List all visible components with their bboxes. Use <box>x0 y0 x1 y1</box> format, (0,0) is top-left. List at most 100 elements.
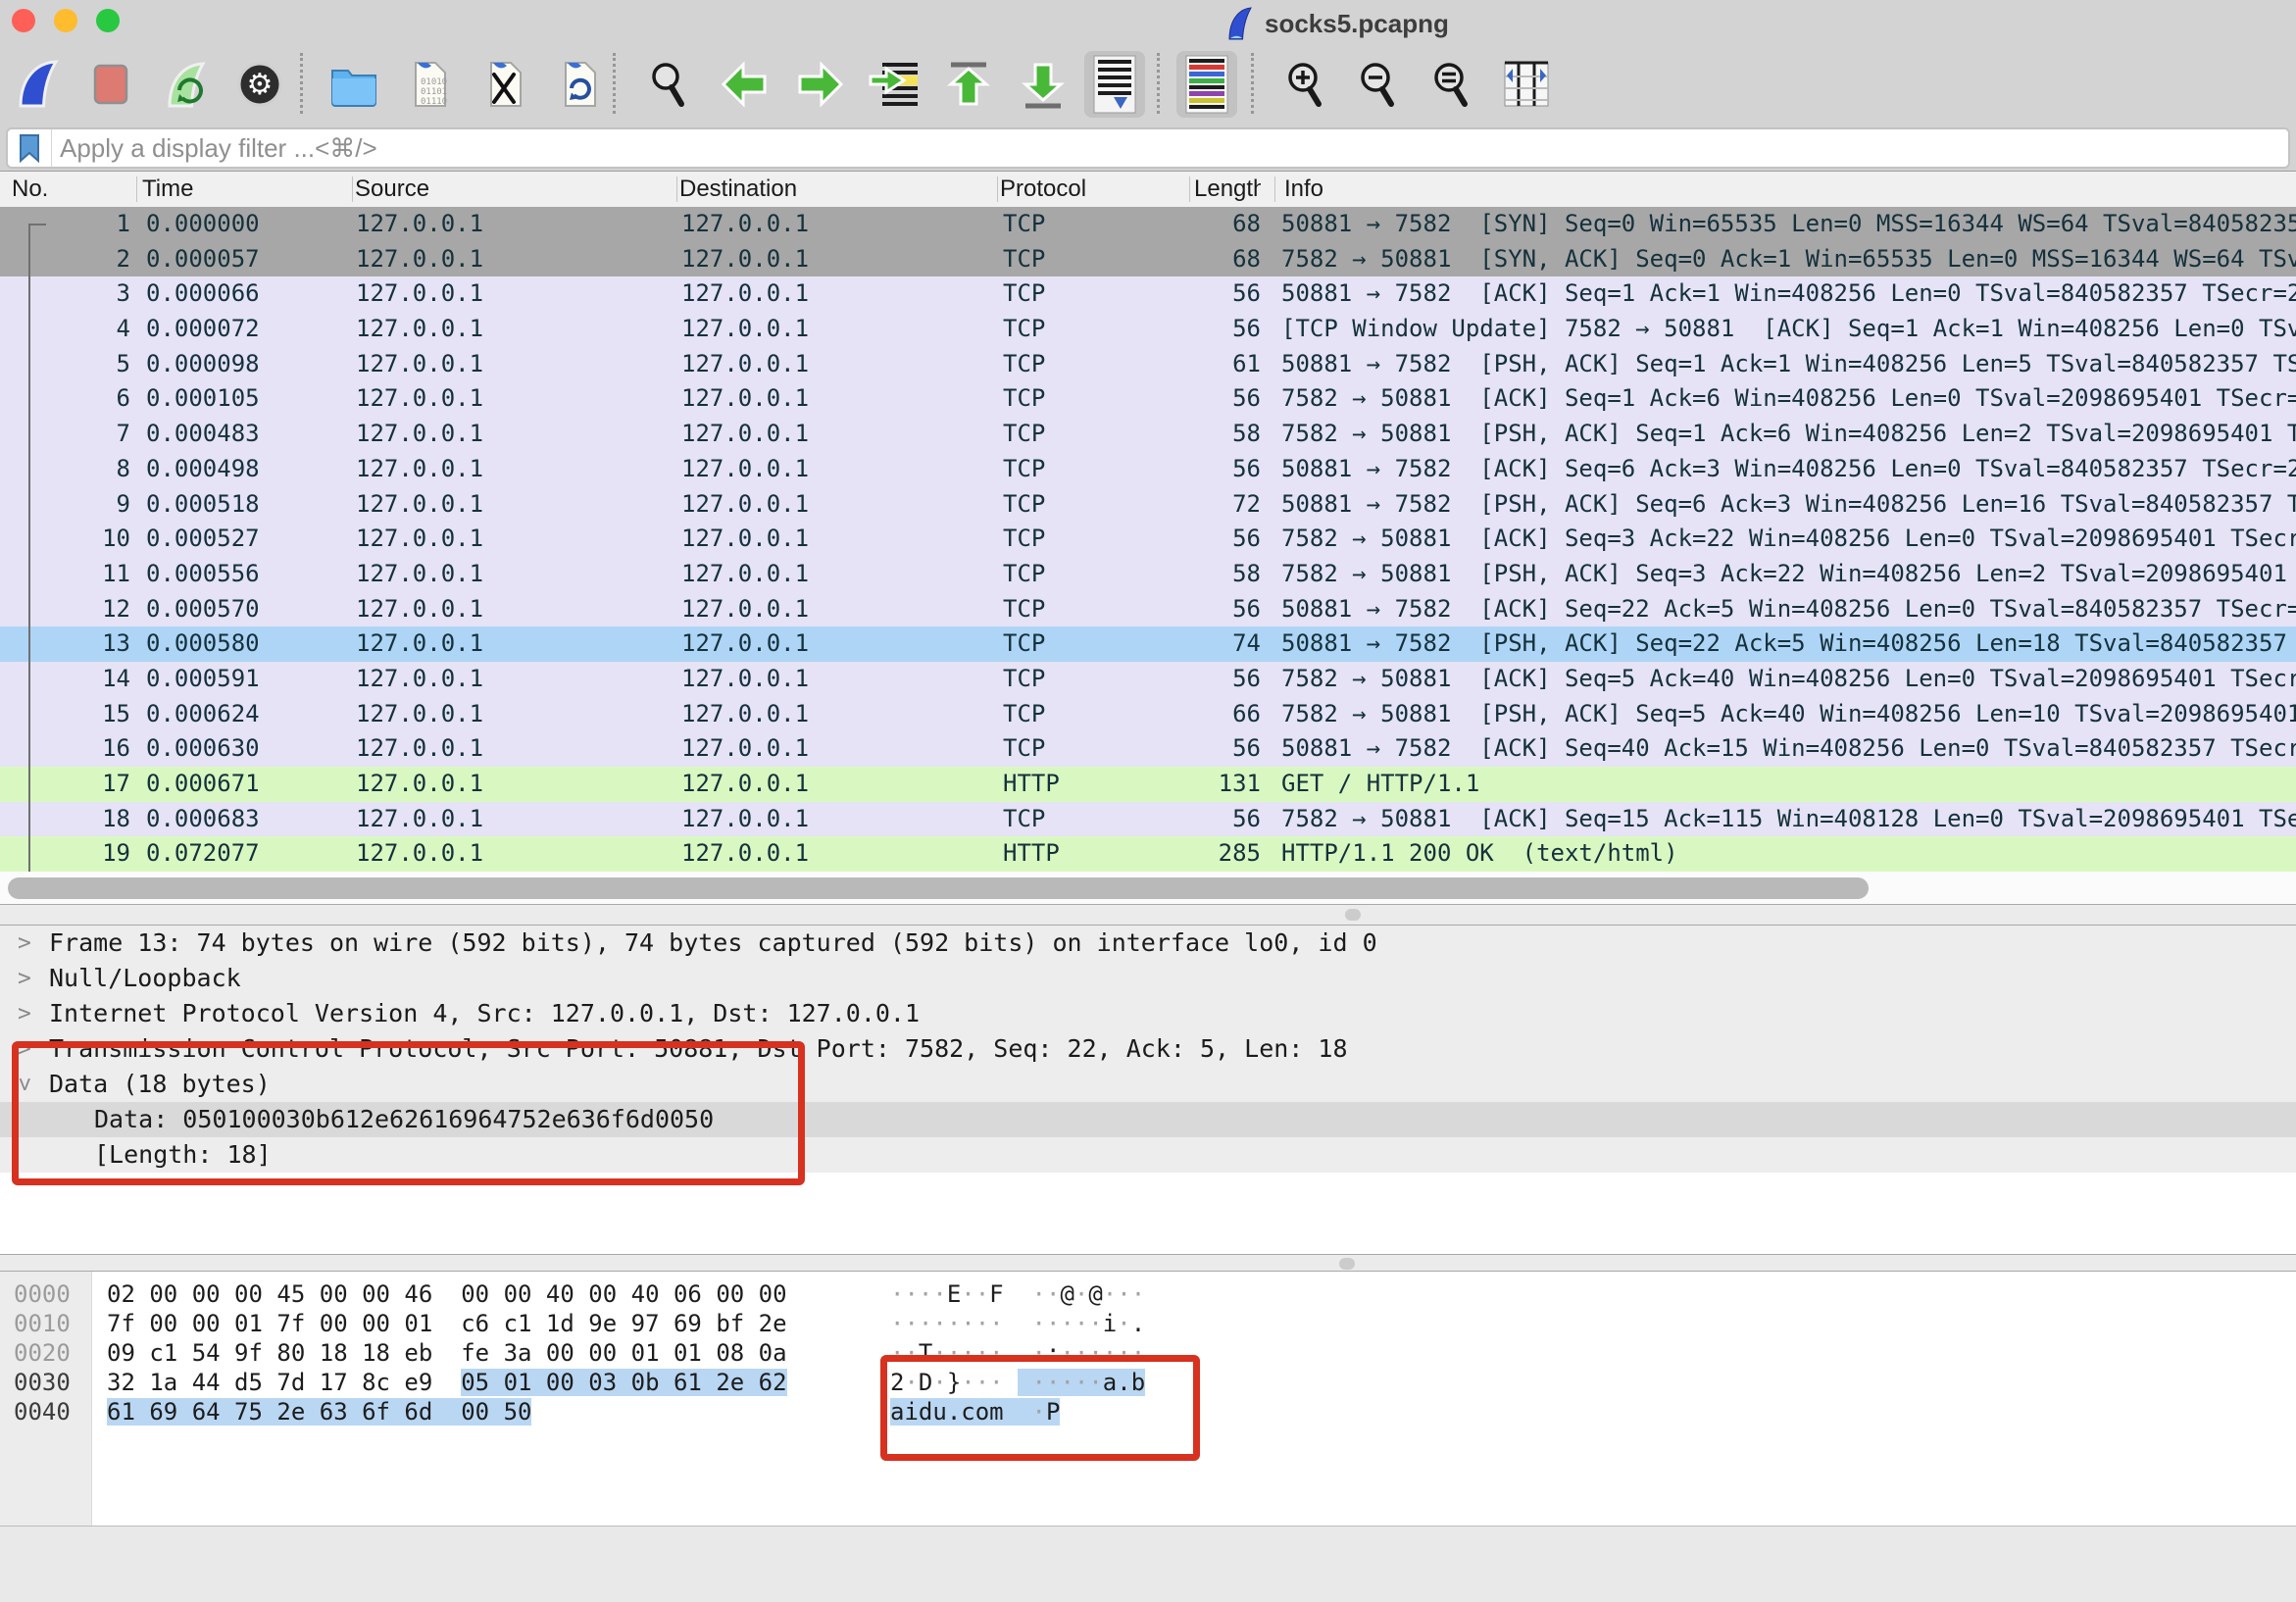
cell-proto: TCP <box>1003 276 1045 312</box>
minimize-window-button[interactable] <box>54 9 77 32</box>
column-header-no[interactable]: No. <box>12 172 48 207</box>
packet-row[interactable]: 10.000000127.0.0.1127.0.0.1TCP6850881 → … <box>0 207 2296 242</box>
hex-offset: 0020 <box>14 1338 71 1368</box>
packet-row[interactable]: 40.000072127.0.0.1127.0.0.1TCP56[TCP Win… <box>0 312 2296 347</box>
cell-dst: 127.0.0.1 <box>681 242 809 277</box>
hex-row[interactable]: 00107f 00 00 01 7f 00 00 01 c6 c1 1d 9e … <box>0 1309 2296 1338</box>
column-header-source[interactable]: Source <box>355 172 429 207</box>
display-filter-input[interactable] <box>52 132 2288 165</box>
packet-row[interactable]: 70.000483127.0.0.1127.0.0.1TCP587582 → 5… <box>0 417 2296 452</box>
column-header-protocol[interactable]: Protocol <box>1000 172 1086 207</box>
hex-ascii[interactable]: ··T····· ·:······ <box>890 1338 1145 1368</box>
hex-ascii[interactable]: aidu.com ·P <box>890 1397 1060 1427</box>
cell-no: 1 <box>0 207 130 242</box>
column-header-time[interactable]: Time <box>142 172 193 207</box>
packet-row[interactable]: 80.000498127.0.0.1127.0.0.1TCP5650881 → … <box>0 452 2296 487</box>
reload-capture-button[interactable] <box>549 51 610 118</box>
toolbar-separator <box>1251 53 1254 114</box>
column-divider[interactable] <box>1189 176 1190 202</box>
wireshark-fin-button[interactable] <box>8 51 69 118</box>
disclosure-chevron-icon[interactable]: > <box>18 1031 31 1067</box>
packet-row[interactable]: 120.000570127.0.0.1127.0.0.1TCP5650881 →… <box>0 592 2296 627</box>
detail-row[interactable]: >Internet Protocol Version 4, Src: 127.0… <box>0 996 2296 1031</box>
detail-row[interactable]: >Data (18 bytes) <box>0 1067 2296 1102</box>
detail-row[interactable]: >Null/Loopback <box>0 961 2296 996</box>
hex-row[interactable]: 000002 00 00 00 45 00 00 46 00 00 40 00 … <box>0 1279 2296 1309</box>
packet-row[interactable]: 140.000591127.0.0.1127.0.0.1TCP567582 → … <box>0 662 2296 697</box>
restart-capture-button[interactable] <box>155 51 216 118</box>
filter-bookmark-button[interactable] <box>8 129 52 167</box>
find-packet-button[interactable] <box>639 51 700 118</box>
go-first-packet-button[interactable] <box>938 51 999 118</box>
go-last-packet-button[interactable] <box>1013 51 1073 118</box>
packet-row[interactable]: 100.000527127.0.0.1127.0.0.1TCP567582 → … <box>0 522 2296 557</box>
column-header-length[interactable]: Length <box>1194 172 1261 207</box>
disclosure-chevron-icon[interactable]: > <box>18 926 31 961</box>
go-forward-button[interactable] <box>789 51 850 118</box>
auto-scroll-toggle[interactable] <box>1084 51 1145 118</box>
close-capture-button[interactable] <box>474 51 535 118</box>
column-divider[interactable] <box>136 176 137 202</box>
hex-ascii[interactable]: ········ ·····i·. <box>890 1309 1145 1338</box>
zoom-out-button[interactable] <box>1348 51 1409 118</box>
packet-row[interactable]: 150.000624127.0.0.1127.0.0.1TCP667582 → … <box>0 697 2296 732</box>
packet-row[interactable]: 30.000066127.0.0.1127.0.0.1TCP5650881 → … <box>0 276 2296 312</box>
hex-bytes[interactable]: 02 00 00 00 45 00 00 46 00 00 40 00 40 0… <box>107 1279 787 1309</box>
detail-row[interactable]: [Length: 18] <box>0 1137 2296 1173</box>
zoom-reset-button[interactable] <box>1422 51 1482 118</box>
hex-row[interactable]: 0020 09 c1 54 9f 80 18 18 eb fe 3a 00 00 … <box>0 1338 2296 1368</box>
pane-splitter-list-details[interactable] <box>0 904 2296 926</box>
detail-text: Data: 050100030b612e62616964752e636f6d00… <box>94 1102 714 1137</box>
hex-ascii[interactable]: 2·D·}··· ·····a.b <box>890 1368 1145 1397</box>
hex-row[interactable]: 004061 69 64 75 2e 63 6f 6d 00 50aidu.co… <box>0 1397 2296 1427</box>
hex-bytes[interactable]: 61 69 64 75 2e 63 6f 6d 00 50 <box>107 1397 531 1427</box>
open-capture-button[interactable] <box>324 51 384 118</box>
colorize-toggle[interactable] <box>1176 51 1237 118</box>
go-back-arrow-icon <box>718 57 773 112</box>
packet-row[interactable]: 130.000580127.0.0.1127.0.0.1TCP7450881 →… <box>0 626 2296 662</box>
hex-bytes[interactable]: 09 c1 54 9f 80 18 18 eb fe 3a 00 00 01 0… <box>107 1338 787 1368</box>
detail-row[interactable]: Data: 050100030b612e62616964752e636f6d00… <box>0 1102 2296 1137</box>
column-header-destination[interactable]: Destination <box>679 172 797 207</box>
go-back-button[interactable] <box>715 51 775 118</box>
column-divider[interactable] <box>352 176 353 202</box>
column-divider[interactable] <box>676 176 677 202</box>
packet-row[interactable]: 50.000098127.0.0.1127.0.0.1TCP6150881 → … <box>0 347 2296 382</box>
packet-row[interactable]: 170.000671127.0.0.1127.0.0.1HTTP131GET /… <box>0 767 2296 802</box>
packet-row[interactable]: 60.000105127.0.0.1127.0.0.1TCP567582 → 5… <box>0 381 2296 417</box>
packet-row[interactable]: 20.000057127.0.0.1127.0.0.1TCP687582 → 5… <box>0 242 2296 277</box>
disclosure-chevron-icon[interactable]: > <box>18 961 31 996</box>
packet-row[interactable]: 190.072077127.0.0.1127.0.0.1HTTP285HTTP/… <box>0 836 2296 872</box>
detail-row[interactable]: >Frame 13: 74 bytes on wire (592 bits), … <box>0 926 2296 961</box>
pane-splitter-details-bytes[interactable] <box>0 1254 2296 1272</box>
cell-dst: 127.0.0.1 <box>681 592 809 627</box>
zoom-in-button[interactable] <box>1275 51 1336 118</box>
stop-capture-button[interactable] <box>80 51 141 118</box>
disclosure-chevron-icon[interactable]: > <box>7 1077 42 1091</box>
column-divider[interactable] <box>1274 176 1275 202</box>
capture-options-button[interactable]: ⚙ <box>229 51 290 118</box>
packet-row[interactable]: 160.000630127.0.0.1127.0.0.1TCP5650881 →… <box>0 731 2296 767</box>
cell-src: 127.0.0.1 <box>356 207 483 242</box>
cell-time: 0.000683 <box>146 802 260 837</box>
column-header-info[interactable]: Info <box>1284 172 1323 207</box>
disclosure-chevron-icon[interactable]: > <box>18 996 31 1031</box>
packet-row[interactable]: 180.000683127.0.0.1127.0.0.1TCP567582 → … <box>0 802 2296 837</box>
resize-columns-button[interactable] <box>1496 51 1557 118</box>
reload-file-icon <box>552 57 607 112</box>
detail-row[interactable]: >Transmission Control Protocol, Src Port… <box>0 1031 2296 1067</box>
save-capture-button[interactable]: 01010 01101 01110 <box>399 51 460 118</box>
packet-row[interactable]: 90.000518127.0.0.1127.0.0.1TCP7250881 → … <box>0 487 2296 523</box>
column-divider[interactable] <box>997 176 998 202</box>
cell-no: 5 <box>0 347 130 382</box>
hex-bytes[interactable]: 7f 00 00 01 7f 00 00 01 c6 c1 1d 9e 97 6… <box>107 1309 787 1338</box>
cell-len: 58 <box>1078 557 1261 592</box>
hex-ascii[interactable]: ····E··F ··@·@··· <box>890 1279 1145 1309</box>
hscrollbar-thumb[interactable] <box>8 877 1869 899</box>
go-to-packet-button[interactable] <box>864 51 924 118</box>
packet-row[interactable]: 110.000556127.0.0.1127.0.0.1TCP587582 → … <box>0 557 2296 592</box>
fullscreen-window-button[interactable] <box>96 9 120 32</box>
hex-bytes[interactable]: 32 1a 44 d5 7d 17 8c e9 05 01 00 03 0b 6… <box>107 1368 787 1397</box>
hex-row[interactable]: 003032 1a 44 d5 7d 17 8c e9 05 01 00 03 … <box>0 1368 2296 1397</box>
close-window-button[interactable] <box>12 9 35 32</box>
